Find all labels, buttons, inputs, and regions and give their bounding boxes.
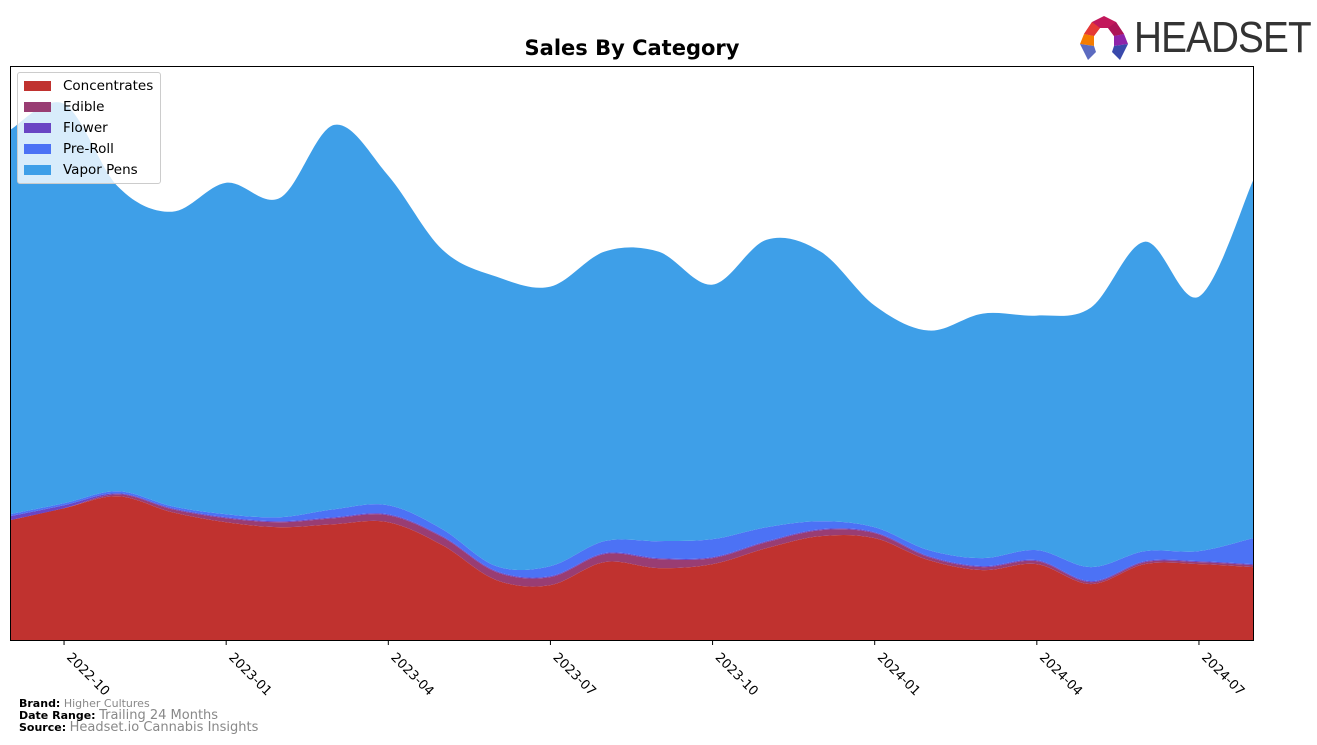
legend-item-flower: Flower	[24, 119, 108, 137]
x-tick-label: 2023-10	[712, 650, 761, 699]
legend-swatch-vapor-pens	[24, 165, 51, 175]
source-label: Source:	[19, 721, 67, 734]
legend-swatch-pre-roll	[24, 144, 51, 154]
legend-item-pre-roll: Pre-Roll	[24, 140, 114, 158]
x-axis: 2022-10 2023-01 2023-04 2023-07 2023-10 2024-…	[63, 640, 1247, 699]
legend-item-edible: Edible	[24, 98, 104, 116]
x-tick-label: 2023-07	[550, 650, 599, 699]
headset-logo-icon	[1080, 16, 1128, 60]
x-tick-label: 2024-01	[874, 650, 923, 699]
x-tick-label: 2024-04	[1036, 650, 1085, 699]
legend-swatch-edible	[24, 102, 51, 112]
legend-item-vapor-pens: Vapor Pens	[24, 161, 138, 179]
x-tick-label: 2024-07	[1198, 650, 1247, 699]
source-value: Headset.io Cannabis Insights	[69, 720, 259, 735]
legend-swatch-flower	[24, 123, 51, 133]
chart-title: Sales By Category	[524, 36, 740, 60]
legend-label: Concentrates	[63, 78, 154, 94]
x-tick-label: 2022-10	[63, 650, 112, 699]
footer-source: Source: Headset.io Cannabis Insights	[19, 720, 259, 735]
area-vapor-pens	[10, 102, 1253, 571]
x-tick-label: 2023-01	[225, 650, 274, 699]
legend-label: Flower	[63, 120, 108, 136]
sales-by-category-chart: 2022-10 2023-01 2023-04 2023-07 2023-10 2024-…	[10, 66, 1254, 699]
logo-text: HEADSET	[1134, 13, 1312, 62]
x-tick-label: 2023-04	[387, 650, 436, 699]
legend-swatch-concentrates	[24, 81, 51, 91]
stacked-areas	[10, 102, 1253, 640]
legend-label: Pre-Roll	[63, 141, 114, 157]
legend-item-concentrates: Concentrates	[24, 77, 153, 95]
legend-label: Edible	[63, 99, 105, 115]
legend: Concentrates Edible Flower Pre-Roll Vapo…	[17, 72, 161, 184]
legend-label: Vapor Pens	[63, 162, 138, 178]
headset-logo: HEADSET	[1080, 13, 1312, 62]
